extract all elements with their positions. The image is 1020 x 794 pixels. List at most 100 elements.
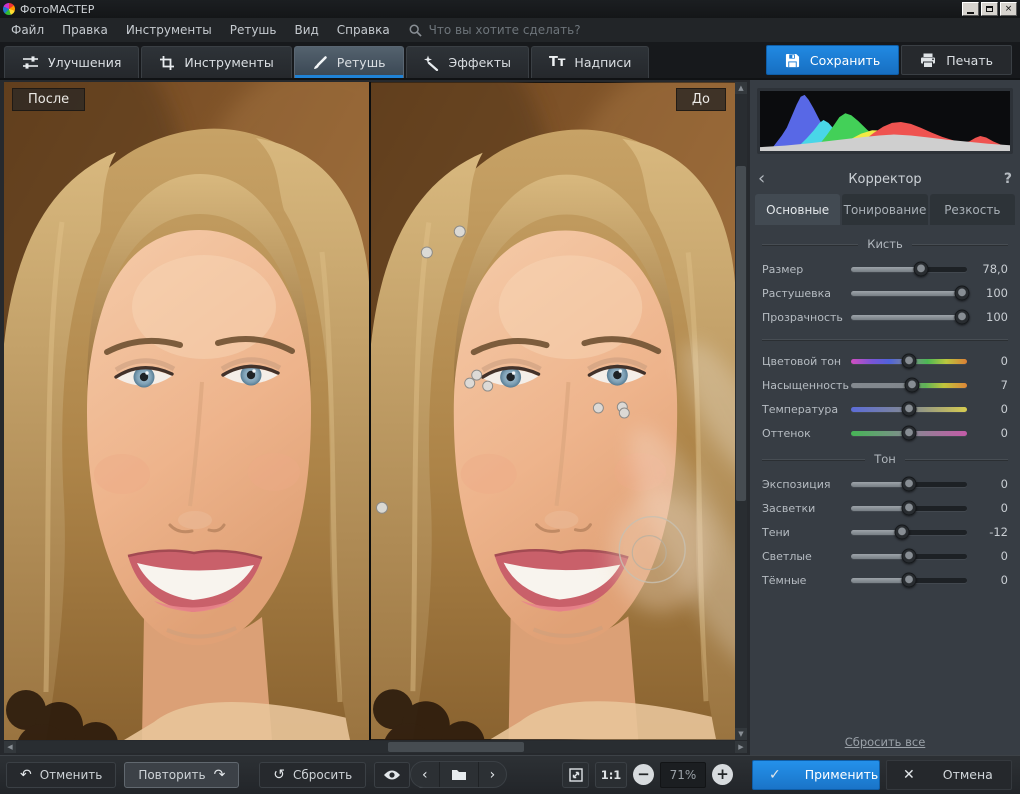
zoom-out-button[interactable]: − [633, 764, 654, 785]
after-image[interactable] [371, 82, 735, 740]
menu-view[interactable]: Вид [285, 18, 327, 42]
tint-row: Оттенок0 [750, 421, 1020, 445]
exposure-slider-thumb[interactable] [902, 477, 917, 492]
reset-button[interactable]: ↺ Сбросить [259, 762, 366, 788]
highlights-slider[interactable] [851, 506, 967, 511]
highlights-row: Засветки0 [750, 496, 1020, 520]
menu-file[interactable]: Файл [2, 18, 53, 42]
tab-tools[interactable]: Инструменты [141, 46, 291, 78]
reset-label: Сбросить [293, 768, 352, 782]
horizontal-scrollbar[interactable]: ◀ ▶ [4, 741, 747, 753]
cancel-label: Отмена [943, 767, 993, 782]
close-button[interactable]: × [1000, 2, 1017, 16]
print-label: Печать [946, 53, 993, 68]
size-label: Размер [762, 263, 842, 276]
scroll-down-icon[interactable]: ▼ [735, 728, 747, 740]
feather-slider[interactable] [851, 291, 967, 296]
fit-screen-icon [569, 768, 583, 782]
cancel-button[interactable]: ✕ Отмена [886, 760, 1012, 790]
eye-icon [383, 769, 401, 781]
whites-slider[interactable] [851, 554, 967, 559]
hue-label: Цветовой тон [762, 355, 842, 368]
reset-all-link[interactable]: Сбросить все [845, 735, 926, 749]
menu-tools[interactable]: Инструменты [117, 18, 221, 42]
menu-edit[interactable]: Правка [53, 18, 117, 42]
save-button[interactable]: Сохранить [766, 45, 899, 75]
temperature-value: 0 [976, 402, 1008, 416]
after-label: После [12, 88, 85, 111]
hue-value: 0 [976, 354, 1008, 368]
search-icon [409, 24, 422, 37]
shadows-slider[interactable] [851, 530, 967, 535]
menu-help[interactable]: Справка [328, 18, 399, 42]
folder-icon [451, 768, 467, 781]
search-box[interactable]: Что вы хотите сделать? [409, 23, 581, 37]
preview-original-button[interactable] [374, 762, 410, 788]
tab-captions[interactable]: Tт Надписи [531, 46, 649, 78]
tab-retouch[interactable]: Ретушь [294, 46, 404, 78]
scroll-left-icon[interactable]: ◀ [4, 741, 16, 753]
saturation-slider[interactable] [851, 383, 967, 388]
highlights-slider-thumb[interactable] [902, 501, 917, 516]
highlights-fill [851, 506, 909, 511]
menu-bar: Файл Правка Инструменты Ретушь Вид Справ… [0, 18, 1020, 42]
next-photo-button[interactable]: › [478, 762, 507, 787]
hue-slider[interactable] [851, 359, 967, 364]
tab-effects[interactable]: Эффекты [406, 46, 530, 78]
feather-slider-thumb[interactable] [955, 286, 970, 301]
temperature-slider-thumb[interactable] [902, 402, 917, 417]
fit-screen-button[interactable] [562, 762, 589, 788]
size-slider[interactable] [851, 267, 967, 272]
size-slider-thumb[interactable] [913, 262, 928, 277]
exposure-slider[interactable] [851, 482, 967, 487]
panel-tab-sharpness[interactable]: Резкость [930, 194, 1015, 225]
opacity-slider[interactable] [851, 315, 967, 320]
tab-label: Ретушь [337, 55, 386, 70]
back-icon[interactable]: ‹ [758, 170, 780, 188]
open-folder-button[interactable] [439, 762, 478, 787]
tint-slider-thumb[interactable] [902, 426, 917, 441]
panel-tab-toning[interactable]: Тонирование [842, 194, 927, 225]
saturation-row: Насыщенность7 [750, 373, 1020, 397]
opacity-label: Прозрачность [762, 311, 842, 324]
before-image[interactable] [4, 82, 369, 740]
minimize-button[interactable] [962, 2, 979, 16]
restore-icon [986, 6, 993, 12]
apply-button[interactable]: ✓ Применить [752, 760, 880, 790]
tab-enhancements[interactable]: Улучшения [4, 46, 139, 78]
redo-button[interactable]: Повторить ↷ [124, 762, 239, 788]
redo-label: Повторить [138, 768, 205, 782]
zoom-actual-size-button[interactable]: 1:1 [595, 762, 627, 788]
temperature-slider[interactable] [851, 407, 967, 412]
help-icon[interactable]: ? [990, 172, 1012, 186]
tint-slider[interactable] [851, 431, 967, 436]
zoom-in-button[interactable]: + [712, 764, 733, 785]
restore-button[interactable] [981, 2, 998, 16]
window-title: ФотоМАСТЕР [20, 3, 94, 16]
x-icon: ✕ [903, 768, 915, 782]
highlights-value: 0 [976, 501, 1008, 515]
divider-line [762, 244, 858, 245]
panel-tab-basic[interactable]: Основные [755, 194, 840, 225]
scroll-right-icon[interactable]: ▶ [735, 741, 747, 753]
vertical-scrollbar[interactable]: ▲ ▼ [735, 82, 747, 740]
blacks-slider[interactable] [851, 578, 967, 583]
prev-photo-button[interactable]: ‹ [411, 762, 439, 787]
print-button[interactable]: Печать [901, 45, 1012, 75]
menu-retouch[interactable]: Ретушь [221, 18, 286, 42]
undo-button[interactable]: ↶ Отменить [6, 762, 116, 788]
horizontal-scroll-thumb[interactable] [388, 742, 524, 752]
feather-value: 100 [976, 286, 1008, 300]
whites-slider-thumb[interactable] [902, 549, 917, 564]
tab-label: Улучшения [48, 55, 121, 70]
saturation-slider-thumb[interactable] [905, 378, 920, 393]
blacks-fill [851, 578, 909, 583]
scroll-up-icon[interactable]: ▲ [735, 82, 747, 94]
main-tab-bar: Улучшения Инструменты Ретушь [0, 42, 1020, 80]
hue-slider-thumb[interactable] [902, 354, 917, 369]
shadows-slider-thumb[interactable] [895, 525, 910, 540]
blacks-slider-thumb[interactable] [902, 573, 917, 588]
vertical-scroll-thumb[interactable] [736, 166, 746, 501]
opacity-slider-thumb[interactable] [955, 310, 970, 325]
temperature-label: Температура [762, 403, 842, 416]
